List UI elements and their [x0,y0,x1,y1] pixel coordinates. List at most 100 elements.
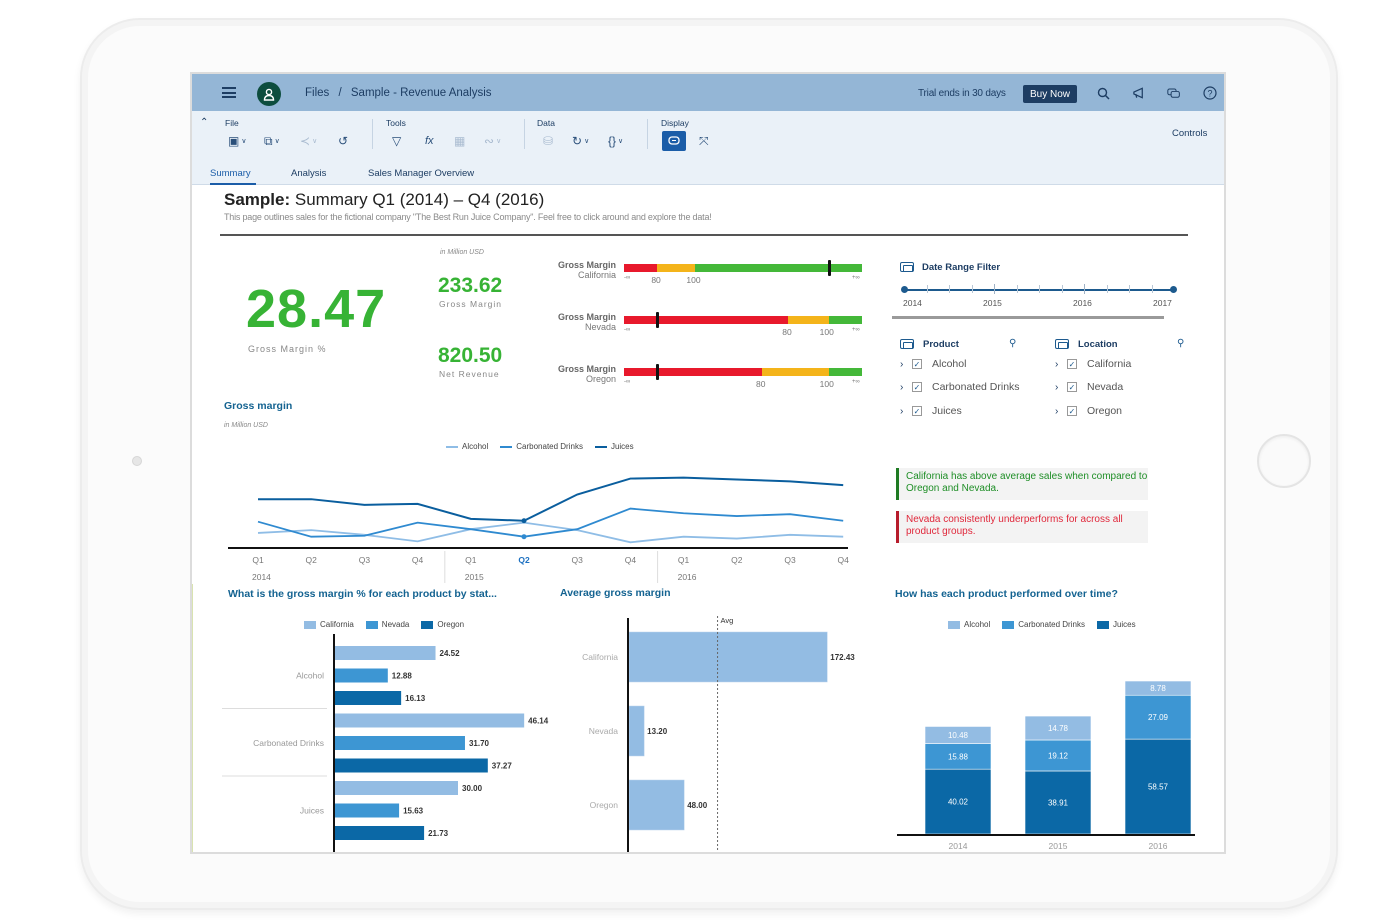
checkbox[interactable]: ✓ [912,406,922,416]
location-filter-item[interactable]: › ✓ California [1055,358,1131,370]
save-icon[interactable]: ▣ ∨ [228,133,246,149]
tab-sales-manager-overview[interactable]: Sales Manager Overview [368,168,474,179]
kpi-gross-margin-pct-value[interactable]: 28.47 [246,278,386,340]
bullet-green-range [828,368,862,376]
x-tick-label: Q2 [306,555,318,565]
breadcrumb-current: Sample - Revenue Analysis [350,87,492,99]
history-icon[interactable]: ↺ [338,133,348,149]
avg-reference-label: Avg [721,616,734,625]
fullscreen-icon[interactable]: ⤧ [699,133,709,149]
tab-analysis[interactable]: Analysis [291,168,326,179]
copy-icon[interactable]: ⧉ ∨ [264,133,280,149]
legend-label[interactable]: Alcohol [462,442,488,451]
date-range-tick [994,284,995,294]
chat-icon[interactable] [1167,86,1181,100]
expand-chevron-icon[interactable]: › [900,406,912,417]
category-label: Alcohol [296,671,324,681]
filter-icon[interactable]: ▽ [392,133,401,149]
input-control-icon [1055,339,1069,349]
comment-icon[interactable] [662,131,686,151]
gm-pct-legend: California Nevada Oregon [292,620,464,629]
product-filter-item[interactable]: › ✓ Juices [900,405,962,417]
bullet-bar-california[interactable] [624,260,862,276]
checkbox[interactable]: ✓ [1067,359,1077,369]
kpi-gross-margin-value[interactable]: 233.62 [438,274,502,298]
tab-summary[interactable]: Summary [210,168,251,179]
formula-icon[interactable]: fx [425,133,434,149]
legend-label[interactable]: Oregon [437,620,464,629]
menu-icon[interactable] [222,87,236,98]
date-range-start-handle[interactable] [901,286,908,293]
bullet-bar-nevada[interactable] [624,312,862,328]
gross-margin-line-chart[interactable]: Q1 Q2 Q3 Q4 Q1 Q2 Q3 Q4 Q1 Q2 Q3 Q4 2014 2015 2016 [228,456,868,583]
checkbox[interactable]: ✓ [1067,406,1077,416]
kpi-net-revenue-label: Net Revenue [439,369,500,379]
location-filter-item[interactable]: › ✓ Nevada [1055,381,1123,393]
segment-value-label: 19.12 [1048,751,1069,760]
bullet-label: Gross Margin California [532,260,616,280]
bullet-tick-low: -∞ [624,275,631,281]
refresh-icon[interactable]: ↻ ∨ [572,133,589,149]
x-tick-label: Q4 [838,555,850,565]
location-search-icon[interactable]: ⚲ [1177,338,1184,349]
bullet-title: Gross Margin [557,260,616,270]
expand-chevron-icon[interactable]: › [1055,406,1067,417]
legend-label[interactable]: Juices [1113,620,1136,629]
gross-margin-chart-title: Gross margin [224,400,293,412]
product-filter-item[interactable]: › ✓ Alcohol [900,358,966,370]
expand-chevron-icon[interactable]: › [1055,359,1067,370]
tablet-home-button[interactable] [1257,434,1311,488]
legend-label[interactable]: Alcohol [964,620,990,629]
search-icon[interactable] [1096,86,1110,100]
product-filter-label: Carbonated Drinks [932,381,1020,393]
megaphone-icon[interactable] [1132,86,1146,100]
breadcrumb-files[interactable]: Files [305,87,329,99]
help-icon[interactable]: ? [1203,86,1217,100]
legend-label[interactable]: Nevada [382,620,410,629]
bullet-tick-80: 80 [651,275,661,285]
data-point [521,518,527,524]
product-search-icon[interactable]: ⚲ [1009,338,1016,349]
bullet-title: Gross Margin [557,312,616,322]
variables-icon[interactable]: {} ∨ [608,133,623,149]
bullet-tick-high: +∞ [852,275,860,281]
checkbox[interactable]: ✓ [912,382,922,392]
date-range-tick [971,285,973,293]
segment-value-label: 40.02 [948,798,969,807]
page-title: Sample: Summary Q1 (2014) – Q4 (2016) [224,190,544,210]
expand-chevron-icon[interactable]: › [900,382,912,393]
bar-nevada-alcohol [335,668,388,683]
controls-button[interactable]: Controls [1172,128,1207,139]
expand-chevron-icon[interactable]: › [1055,382,1067,393]
kpi-net-revenue-value[interactable]: 820.50 [438,344,502,368]
product-filter-item[interactable]: › ✓ Carbonated Drinks [900,381,1020,393]
bullet-state: Oregon [585,374,616,384]
toolbar-group-tools: Tools [386,118,406,128]
bar-california-alcohol [335,646,436,660]
legend-label[interactable]: Carbonated Drinks [516,442,583,451]
svg-text:?: ? [1207,89,1212,99]
avg-gm-bar-chart[interactable]: 172.43 California 13.20 Nevada 48.00 Oregon Av… [557,612,877,854]
checkbox[interactable]: ✓ [1067,382,1077,392]
x-tick-label: 2015 [1049,841,1068,851]
bullet-bar-oregon[interactable] [624,364,862,380]
legend-label[interactable]: Juices [611,442,634,451]
legend-label[interactable]: California [320,620,354,629]
bullet-state: Nevada [584,322,616,332]
x-group-label: 2016 [678,572,697,582]
location-filter-item[interactable]: › ✓ Oregon [1055,405,1122,417]
x-group-label: 2014 [252,572,271,582]
toolbar-separator [524,119,525,149]
collapse-toolbar-icon[interactable]: ⌃ [200,117,208,128]
legend-swatch-nevada [365,620,378,629]
avatar[interactable] [257,82,281,106]
product-time-stacked-chart[interactable]: 40.02 15.88 10.48 2014 38.91 19.12 14.78 2015 58… [897,634,1212,854]
date-range-end-handle[interactable] [1170,286,1177,293]
legend-label[interactable]: Carbonated Drinks [1018,620,1085,629]
checkbox[interactable]: ✓ [912,359,922,369]
buy-now-button[interactable]: Buy Now [1023,85,1077,103]
expand-chevron-icon[interactable]: › [900,359,912,370]
date-range-scrollbar[interactable] [892,316,1164,319]
x-tick-label: Q3 [359,555,371,565]
gm-pct-bar-chart[interactable]: 24.52 12.88 16.13 Alcohol 46.14 31.70 37.27 Car… [222,634,552,854]
